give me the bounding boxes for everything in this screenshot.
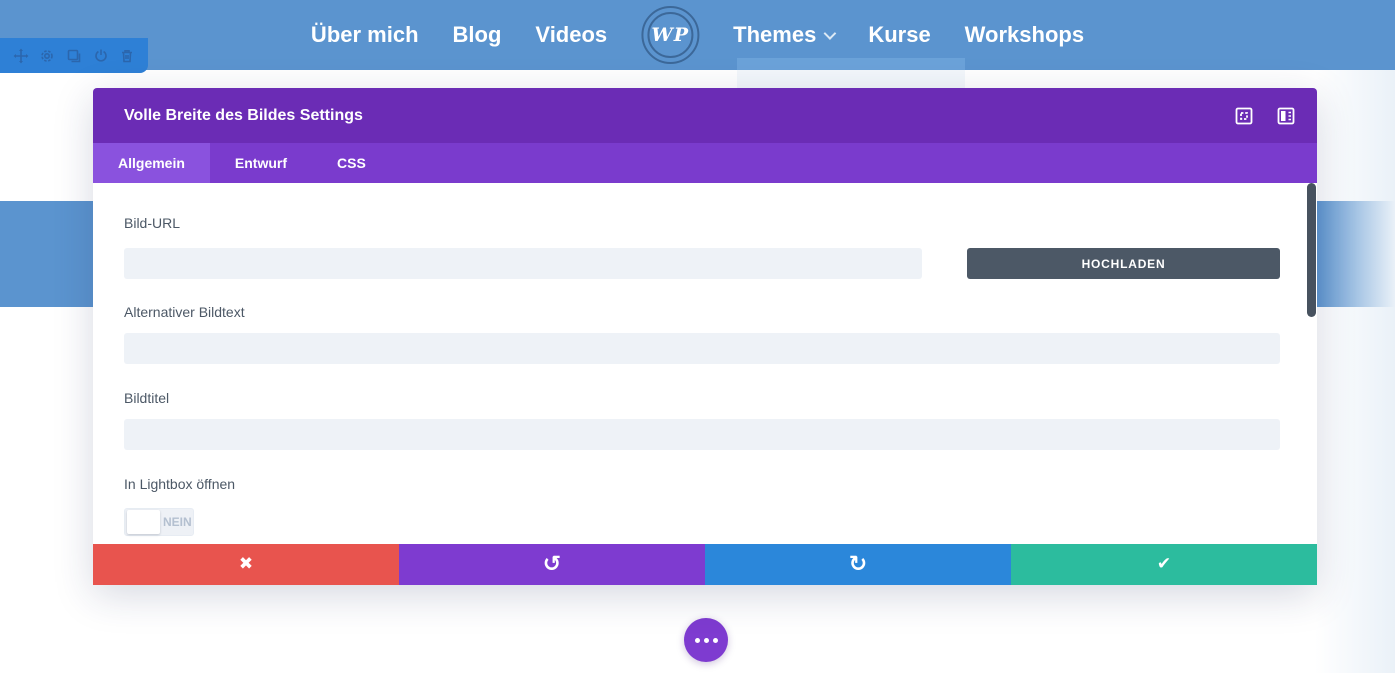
tab-allgemein[interactable]: Allgemein [93, 143, 210, 183]
ellipsis-icon [695, 638, 700, 643]
check-icon: ✔ [1157, 556, 1171, 573]
modal-header-actions [1235, 107, 1295, 125]
trash-icon[interactable] [117, 46, 137, 66]
modal-header: Volle Breite des Bildes Settings [93, 88, 1317, 143]
toggle-knob [127, 510, 160, 534]
nav-items: Über mich Blog Videos WP Themes Kurse Wo… [311, 0, 1084, 70]
lightbox-label: In Lightbox öffnen [124, 476, 235, 492]
modal-scrollbar[interactable] [1307, 183, 1316, 317]
move-icon[interactable] [11, 46, 31, 66]
redo-icon: ↻ [849, 554, 867, 576]
modal-title: Volle Breite des Bildes Settings [124, 107, 1235, 125]
cancel-button[interactable]: ✖ [93, 544, 399, 585]
modal-footer: ✖ ↺ ↻ ✔ [93, 544, 1317, 585]
bildtitel-label: Bildtitel [124, 390, 169, 406]
site-logo-ring: WP [647, 12, 693, 58]
close-icon: ✖ [239, 556, 253, 573]
main-nav: Über mich Blog Videos WP Themes Kurse Wo… [0, 0, 1395, 70]
modal-body: Bild-URL HOCHLADEN Alternativer Bildtext… [93, 183, 1317, 544]
modal-tabbar: Allgemein Entwurf CSS [93, 143, 1317, 183]
nav-item-themes-label: Themes [733, 22, 816, 48]
bild-url-label: Bild-URL [124, 215, 180, 231]
tab-entwurf[interactable]: Entwurf [210, 143, 312, 183]
redo-button[interactable]: ↻ [705, 544, 1011, 585]
site-logo[interactable]: WP [641, 6, 699, 64]
gear-icon[interactable] [37, 46, 57, 66]
tab-css[interactable]: CSS [312, 143, 391, 183]
bildtitel-input[interactable] [124, 419, 1280, 450]
chevron-down-icon [823, 27, 836, 40]
page-content-fragment [737, 70, 965, 88]
alt-text-label: Alternativer Bildtext [124, 304, 245, 320]
hochladen-button[interactable]: HOCHLADEN [967, 248, 1280, 279]
disable-icon[interactable] [91, 46, 111, 66]
undo-icon: ↺ [543, 554, 561, 576]
bild-url-input[interactable] [124, 248, 922, 279]
nav-item-ueber-mich[interactable]: Über mich [311, 22, 419, 48]
settings-modal: Volle Breite des Bildes Settings Allgeme… [93, 88, 1317, 585]
duplicate-icon[interactable] [64, 46, 84, 66]
dock-right-icon[interactable] [1277, 107, 1295, 125]
page-settings-button[interactable] [684, 618, 728, 662]
nav-item-videos[interactable]: Videos [535, 22, 607, 48]
alt-text-input[interactable] [124, 333, 1280, 364]
page-edge-fade [1315, 70, 1395, 673]
lightbox-toggle[interactable]: NEIN [124, 508, 194, 536]
toggle-state-label: NEIN [163, 515, 192, 529]
nav-item-blog[interactable]: Blog [453, 22, 502, 48]
site-logo-text: WP [651, 24, 689, 46]
nav-item-themes[interactable]: Themes [733, 22, 834, 48]
expand-icon[interactable] [1235, 107, 1253, 125]
save-button[interactable]: ✔ [1011, 544, 1317, 585]
nav-item-kurse[interactable]: Kurse [868, 22, 930, 48]
undo-button[interactable]: ↺ [399, 544, 705, 585]
nav-item-workshops[interactable]: Workshops [965, 22, 1084, 48]
module-toolbar [0, 38, 148, 73]
